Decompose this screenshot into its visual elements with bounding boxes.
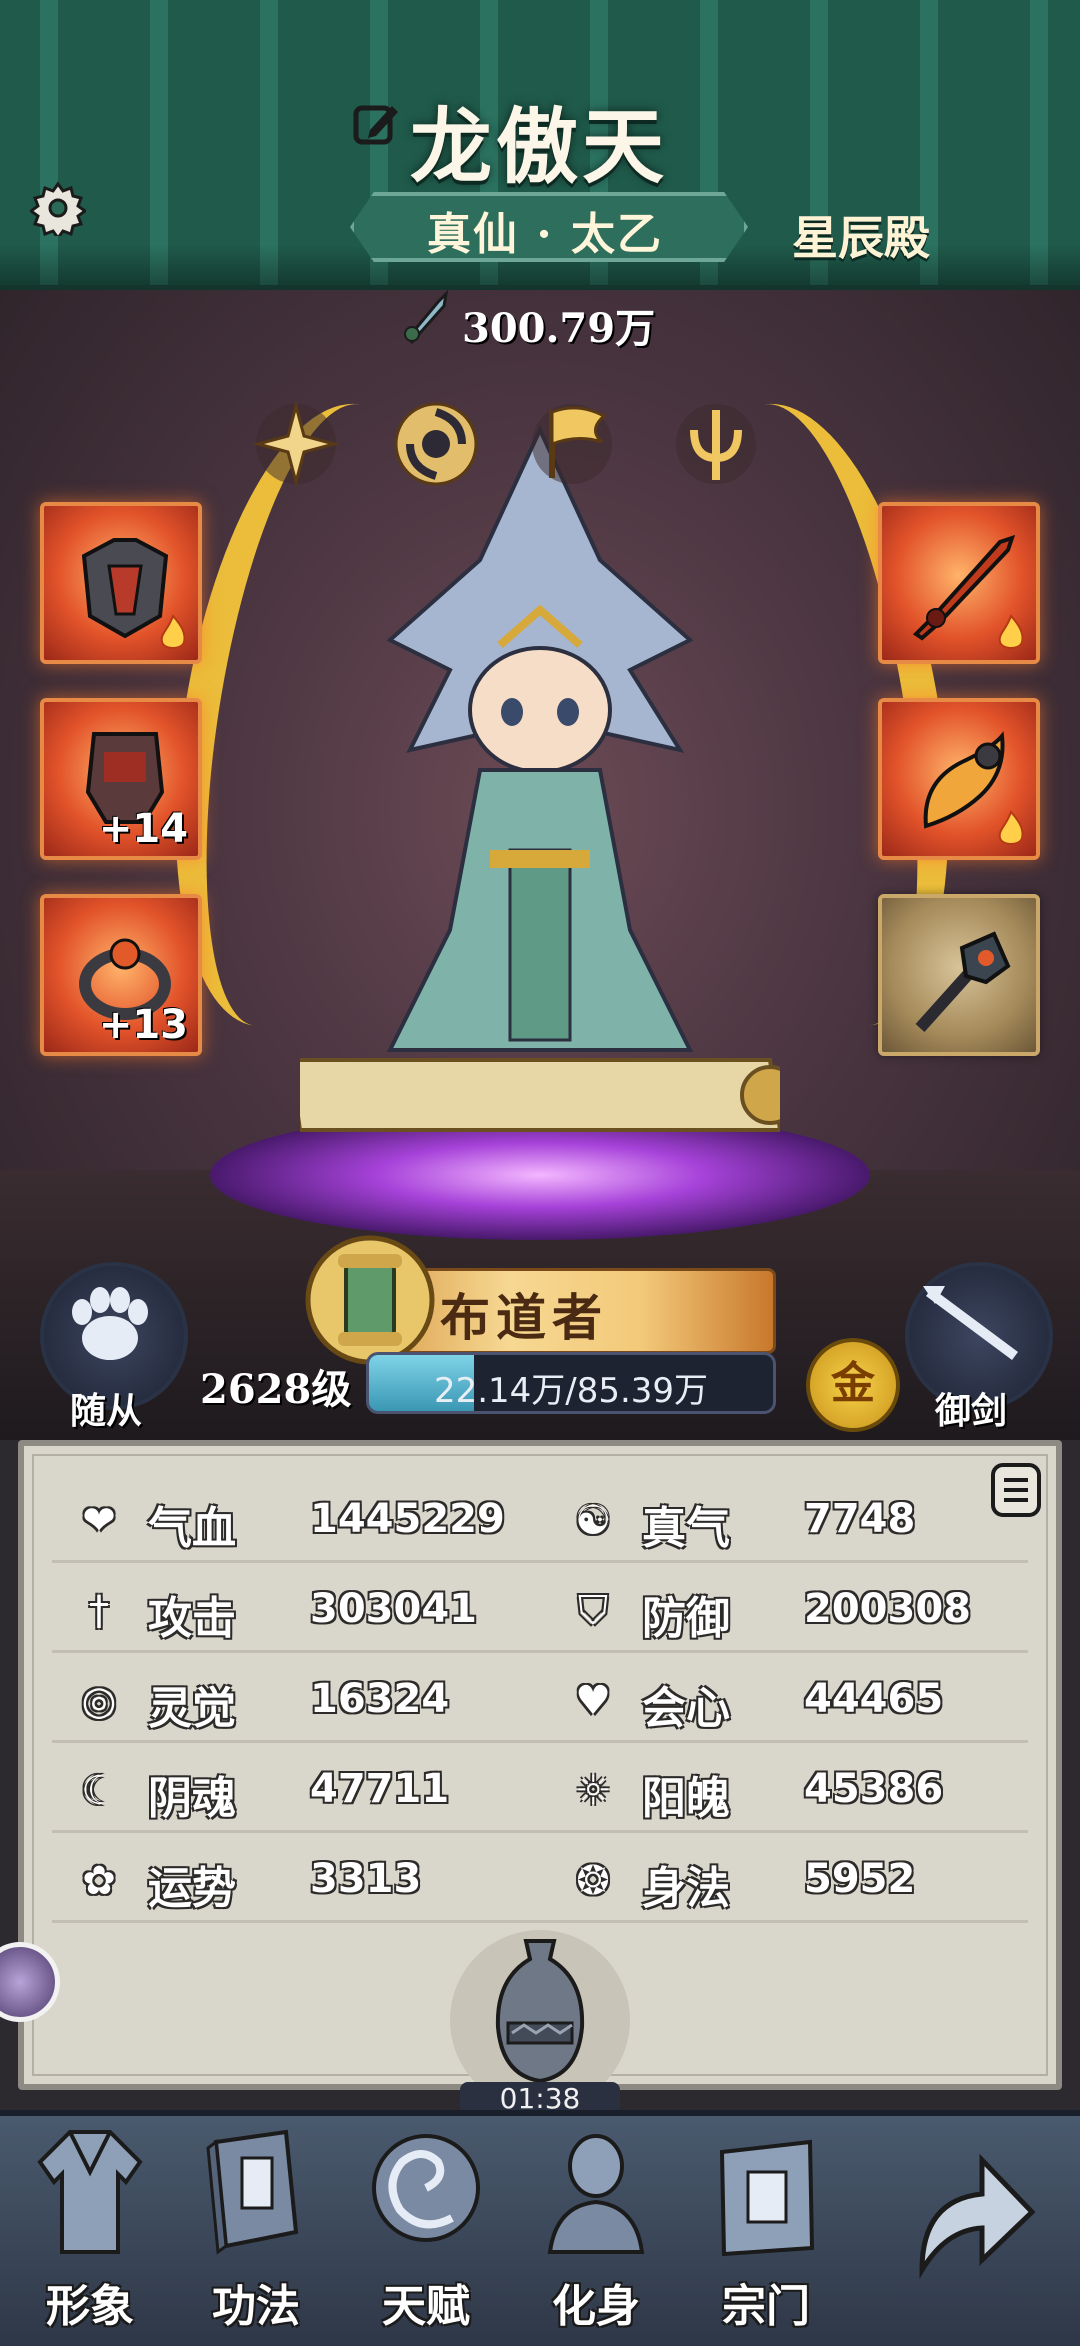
character-sprite[interactable]	[300, 410, 780, 1190]
equip-slot-armor[interactable]	[40, 502, 202, 664]
nav-label: 化身	[552, 2281, 640, 2332]
stat-value: 303041	[310, 1586, 477, 1632]
yinyang-icon: ☯	[575, 1498, 611, 1544]
star-skill-icon[interactable]	[252, 400, 340, 488]
stat-value: 16324	[310, 1676, 450, 1722]
crit-heart-icon: ♥	[575, 1678, 611, 1724]
title-text: 布道者	[440, 1288, 608, 1347]
edit-name-icon[interactable]	[352, 100, 400, 148]
stat-cell: ◎ 灵觉 16324	[52, 1660, 532, 1740]
stat-label: 身法	[642, 1863, 730, 1914]
pet-label: 随从	[70, 1390, 143, 1432]
stat-row: ❤ 气血 1445229 ☯ 真气 7748	[52, 1480, 1028, 1563]
stat-value: 5952	[804, 1856, 916, 1902]
nav-incarnation[interactable]: 化身	[526, 2122, 666, 2332]
equip-slot-gauntlet[interactable]: +14	[40, 698, 202, 860]
spiral-icon	[372, 2134, 480, 2242]
stat-cell: ☯ 真气 7748	[546, 1480, 1026, 1560]
luck-icon: ✿	[82, 1858, 116, 1904]
stat-value: 200308	[804, 1586, 971, 1632]
heart-icon: ❤	[82, 1498, 116, 1544]
sword-power-icon	[404, 290, 449, 345]
stat-label: 阴魂	[148, 1773, 236, 1824]
nav-techniques[interactable]: 功法	[186, 2122, 326, 2332]
yang-soul-icon: ☼	[575, 1768, 611, 1814]
stat-value: 7748	[804, 1496, 916, 1542]
stat-cell: ☼ 阳魄 45386	[546, 1750, 1026, 1830]
combat-power-value: 300.79万	[462, 305, 656, 352]
gold-coin-button[interactable]: 金	[806, 1338, 900, 1432]
nav-label: 功法	[212, 2281, 300, 2332]
shield-icon: ⛉	[578, 1588, 608, 1634]
mace-icon	[915, 931, 1011, 1033]
exp-bar: 22.14万/85.39万	[366, 1352, 776, 1414]
stat-cell: ⛉ 防御 200308	[546, 1570, 1026, 1650]
stat-row: ✿ 运势 3313 ❂ 身法 5952	[52, 1840, 1028, 1923]
gear-icon[interactable]	[30, 180, 86, 236]
equip-slot-ring[interactable]: +13	[40, 894, 202, 1056]
stat-cell: † 攻击 303041	[52, 1570, 532, 1650]
swirl-icon: ❂	[576, 1858, 610, 1904]
stat-label: 防御	[642, 1593, 730, 1644]
stat-value: 3313	[310, 1856, 422, 1902]
share-arrow-icon[interactable]	[902, 2140, 1038, 2290]
book-icon	[206, 2129, 299, 2255]
stat-row: ◎ 灵觉 16324 ♥ 会心 44465	[52, 1660, 1028, 1743]
scroll-icon	[305, 1235, 435, 1365]
flying-sword-label: 御剑	[935, 1390, 1008, 1432]
stat-label: 攻击	[148, 1593, 236, 1644]
stat-row: ☾ 阴魂 47711 ☼ 阳魄 45386	[52, 1750, 1028, 1833]
enhance-level: +13	[98, 1002, 188, 1048]
equip-slot-sword[interactable]	[878, 502, 1040, 664]
stat-label: 气血	[148, 1503, 236, 1554]
stat-value: 1445229	[310, 1496, 505, 1542]
yin-soul-icon: ☾	[81, 1768, 117, 1814]
nav-appearance[interactable]: 形象	[20, 2122, 160, 2332]
equip-slot-horn[interactable]	[878, 698, 1040, 860]
equip-slot-mace[interactable]	[878, 894, 1040, 1056]
sword-icon: †	[89, 1588, 109, 1634]
fire-badge-icon	[160, 614, 186, 649]
stat-value: 47711	[310, 1766, 450, 1812]
vase-icon[interactable]	[488, 1935, 592, 2085]
realm-text: 真仙 · 太乙	[427, 209, 663, 260]
eye-icon: ◎	[81, 1678, 117, 1724]
nav-talent[interactable]: 天赋	[356, 2122, 496, 2332]
player-name: 龙傲天	[410, 99, 669, 195]
stat-cell: ☾ 阴魂 47711	[52, 1750, 532, 1830]
gate-icon	[719, 2139, 815, 2257]
fire-badge-icon	[998, 614, 1024, 649]
stat-cell: ❂ 身法 5952	[546, 1840, 1026, 1920]
stat-cell: ♥ 会心 44465	[546, 1660, 1026, 1740]
stat-label: 运势	[148, 1863, 236, 1914]
flag-skill-icon[interactable]	[528, 400, 616, 488]
combat-power: 300.79万	[400, 290, 700, 352]
stat-label: 真气	[642, 1503, 730, 1554]
nav-sect[interactable]: 宗门	[696, 2122, 836, 2332]
fire-badge-icon	[998, 810, 1024, 845]
enhance-level: +14	[98, 806, 188, 852]
stat-value: 45386	[804, 1766, 944, 1812]
nav-label: 形象	[46, 2281, 134, 2332]
stat-row: † 攻击 303041 ⛉ 防御 200308	[52, 1570, 1028, 1653]
robe-icon	[37, 2130, 143, 2254]
swirl-skill-icon[interactable]	[392, 400, 480, 488]
level-label: 2628级	[200, 1366, 352, 1413]
paw-icon	[72, 1287, 148, 1360]
stat-label: 阳魄	[642, 1773, 730, 1824]
stat-label: 灵觉	[148, 1683, 236, 1734]
trident-skill-icon[interactable]	[672, 400, 760, 488]
stat-cell: ❤ 气血 1445229	[52, 1480, 532, 1560]
stat-label: 会心	[642, 1683, 730, 1734]
nav-label: 宗门	[722, 2281, 810, 2332]
nav-label: 天赋	[382, 2281, 470, 2332]
flying-sword-icon	[923, 1286, 1018, 1361]
stat-cell: ✿ 运势 3313	[52, 1840, 532, 1920]
stat-value: 44465	[804, 1676, 944, 1722]
avatar-icon	[547, 2134, 645, 2254]
sect-name[interactable]: 星辰殿	[792, 202, 930, 268]
exp-text: 22.14万/85.39万	[433, 1371, 709, 1411]
